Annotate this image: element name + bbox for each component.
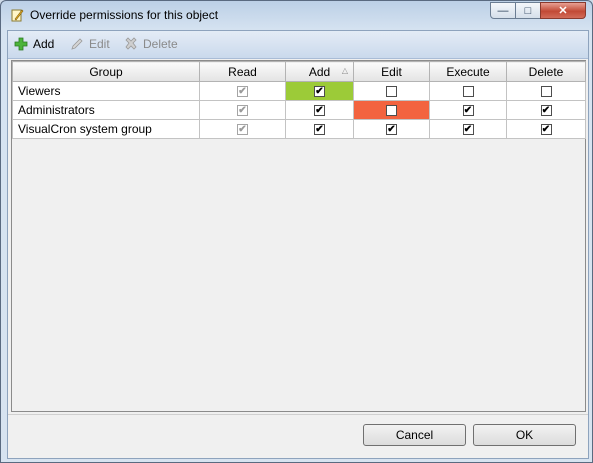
plus-icon	[13, 36, 29, 52]
add-cell[interactable]	[285, 119, 354, 139]
execute-cell[interactable]	[429, 119, 507, 139]
read-checkbox	[237, 86, 248, 98]
edit-cell[interactable]	[353, 100, 430, 120]
edit-checkbox[interactable]	[386, 105, 397, 117]
edit-cell[interactable]	[353, 119, 430, 139]
delete-checkbox[interactable]	[540, 124, 552, 136]
edit-checkbox[interactable]	[386, 124, 397, 136]
table-row[interactable]: Viewers	[12, 81, 586, 101]
add-checkbox[interactable]	[314, 105, 325, 117]
read-checkbox	[237, 124, 248, 136]
title-bar[interactable]: Override permissions for this object — □…	[1, 1, 592, 29]
add-button[interactable]: Add	[13, 36, 54, 52]
pencil-icon	[10, 8, 24, 22]
grid-header-row: Group Read Add △ Edit Execute Delete	[12, 61, 586, 82]
execute-cell[interactable]	[429, 81, 507, 101]
column-header-add-label: Add	[308, 64, 331, 79]
edit-checkbox[interactable]	[386, 86, 397, 98]
button-bar: Cancel OK	[8, 414, 588, 459]
delete-cell[interactable]	[506, 81, 586, 101]
table-row[interactable]: Administrators	[12, 100, 586, 120]
delete-checkbox[interactable]	[540, 105, 552, 117]
add-cell[interactable]	[285, 100, 354, 120]
group-cell[interactable]: Viewers	[12, 81, 200, 101]
edit-label: Edit	[89, 37, 110, 51]
execute-checkbox[interactable]	[462, 86, 474, 98]
sort-ascending-icon: △	[341, 66, 348, 75]
column-header-execute[interactable]: Execute	[429, 61, 507, 82]
column-header-group[interactable]: Group	[12, 61, 200, 82]
edit-cell[interactable]	[353, 81, 430, 101]
read-checkbox	[237, 105, 248, 117]
delete-label: Delete	[143, 37, 178, 51]
read-cell	[199, 100, 286, 120]
permissions-grid: Group Read Add △ Edit Execute Delete View…	[11, 60, 586, 412]
pencil-icon	[69, 36, 85, 52]
dialog-client-area: Add Edit Delete Group Read Add △ Edit Ex…	[7, 30, 589, 459]
cancel-button[interactable]: Cancel	[363, 424, 466, 446]
window-title: Override permissions for this object	[30, 8, 219, 22]
add-checkbox[interactable]	[314, 86, 325, 98]
delete-button[interactable]: Delete	[123, 36, 178, 52]
add-label: Add	[33, 37, 55, 51]
ok-button[interactable]: OK	[473, 424, 576, 446]
column-header-read[interactable]: Read	[199, 61, 286, 82]
read-cell	[199, 81, 286, 101]
edit-button[interactable]: Edit	[69, 36, 110, 52]
dialog-window: Override permissions for this object — □…	[0, 0, 593, 463]
execute-cell[interactable]	[429, 100, 507, 120]
delete-cell[interactable]	[506, 119, 586, 139]
close-button[interactable]: ✕	[540, 2, 586, 19]
execute-checkbox[interactable]	[462, 105, 474, 117]
delete-checkbox[interactable]	[540, 86, 552, 98]
read-cell	[199, 119, 286, 139]
minimize-icon: —	[497, 4, 509, 17]
delete-x-icon	[123, 36, 139, 52]
add-checkbox[interactable]	[314, 124, 325, 136]
add-cell[interactable]	[285, 81, 354, 101]
close-icon: ✕	[558, 5, 568, 17]
column-header-delete[interactable]: Delete	[506, 61, 586, 82]
toolbar: Add Edit Delete	[8, 31, 588, 59]
delete-cell[interactable]	[506, 100, 586, 120]
maximize-icon: □	[524, 4, 532, 17]
column-header-add[interactable]: Add △	[285, 61, 354, 82]
window-controls: — □ ✕	[490, 2, 586, 20]
table-row[interactable]: VisualCron system group	[12, 119, 586, 139]
minimize-button[interactable]: —	[490, 2, 516, 19]
group-cell[interactable]: Administrators	[12, 100, 200, 120]
maximize-button[interactable]: □	[515, 2, 541, 19]
group-cell[interactable]: VisualCron system group	[12, 119, 200, 139]
execute-checkbox[interactable]	[462, 124, 474, 136]
column-header-edit[interactable]: Edit	[353, 61, 430, 82]
